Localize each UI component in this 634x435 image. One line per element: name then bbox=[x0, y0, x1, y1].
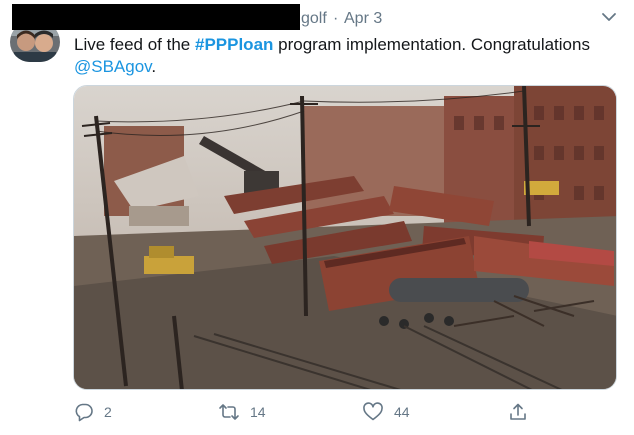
timestamp[interactable]: Apr 3 bbox=[344, 10, 382, 28]
tweet-text-part: program implementation. Congratulations bbox=[273, 35, 590, 54]
tweet-photo[interactable] bbox=[73, 85, 617, 390]
reply-button[interactable]: 2 bbox=[74, 402, 112, 422]
share-icon bbox=[508, 402, 538, 422]
chevron-down-icon[interactable] bbox=[600, 10, 618, 24]
reply-count: 2 bbox=[104, 404, 112, 420]
mention-link[interactable]: @SBAgov bbox=[74, 57, 151, 76]
retweet-icon bbox=[218, 402, 250, 422]
retweet-count: 14 bbox=[250, 404, 266, 420]
tweet-text: Live feed of the #PPPloan program implem… bbox=[74, 34, 614, 78]
like-icon bbox=[362, 402, 394, 422]
retweet-button[interactable]: 14 bbox=[218, 402, 266, 422]
separator: · bbox=[333, 10, 339, 27]
tweet[interactable]: golf · Apr 3 Live feed of the #PPPloan p… bbox=[0, 0, 634, 435]
reply-icon bbox=[74, 402, 104, 422]
share-button[interactable] bbox=[508, 402, 538, 422]
tweet-text-part: . bbox=[151, 57, 157, 76]
like-button[interactable]: 44 bbox=[362, 402, 410, 422]
tweet-actions: 2 14 44 bbox=[0, 398, 634, 428]
tweet-text-part: Live feed of the bbox=[74, 35, 195, 54]
like-count: 44 bbox=[394, 404, 410, 420]
hashtag-link[interactable]: #PPPloan bbox=[195, 35, 273, 54]
user-handle[interactable]: golf bbox=[301, 10, 327, 28]
redacted-username bbox=[12, 4, 300, 30]
